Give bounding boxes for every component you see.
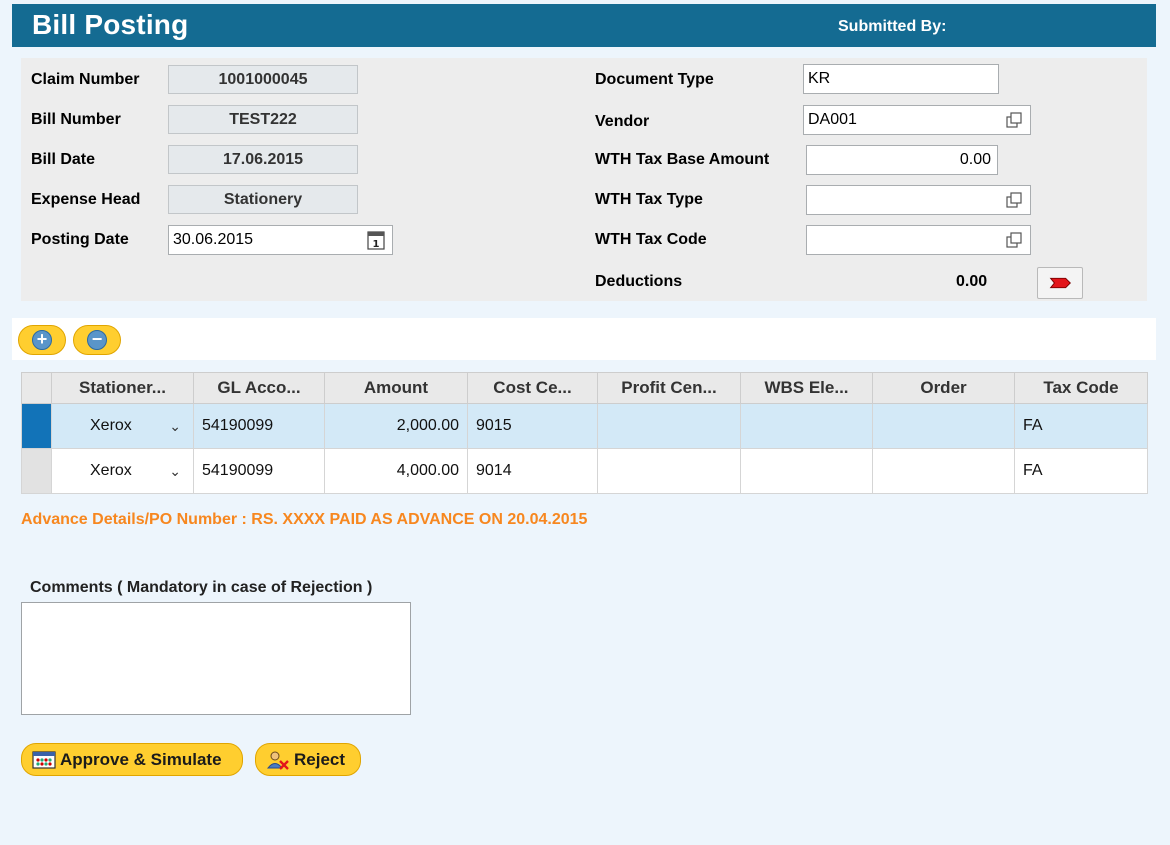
column-header[interactable]: GL Acco... — [193, 372, 325, 404]
profit-center-cell[interactable] — [597, 403, 741, 449]
deductions-label: Deductions — [595, 273, 683, 290]
row-selector[interactable] — [21, 403, 52, 449]
value-help-icon[interactable] — [1006, 112, 1022, 128]
amount-cell[interactable]: 2,000.00 — [324, 403, 468, 449]
column-header[interactable]: Order — [872, 372, 1015, 404]
add-row-button[interactable]: + — [18, 325, 66, 355]
column-header[interactable]: Stationer... — [51, 372, 194, 404]
gl-account-cell[interactable]: 54190099 — [193, 403, 325, 449]
page-title: Bill Posting — [32, 9, 189, 40]
reject-user-icon — [266, 751, 289, 770]
expense-head-label: Expense Head — [31, 191, 141, 208]
advance-details-text: Advance Details/PO Number : RS. XXXX PAI… — [21, 511, 588, 528]
stationery-select[interactable]: Xerox ⌄ — [51, 448, 194, 494]
stationery-select[interactable]: Xerox ⌄ — [51, 403, 194, 449]
expense-head-field: Stationery — [168, 185, 358, 214]
document-type-label: Document Type — [595, 71, 714, 88]
deductions-value: 0.00 — [956, 273, 988, 290]
bill-number-field: TEST222 — [168, 105, 358, 134]
wbs-element-cell[interactable] — [740, 403, 873, 449]
tax-code-cell[interactable]: FA — [1014, 403, 1148, 449]
order-cell[interactable] — [872, 448, 1015, 494]
minus-icon: − — [87, 330, 107, 350]
value-help-icon[interactable] — [1006, 232, 1022, 248]
line-items-table: Stationer... GL Acco... Amount Cost Ce..… — [21, 372, 1148, 494]
wth-tax-code-input[interactable] — [806, 225, 1031, 255]
wth-base-amount-input[interactable]: 0.00 — [806, 145, 998, 175]
wth-tax-code-label: WTH Tax Code — [595, 231, 707, 248]
title-bar: Bill Posting Submitted By: — [12, 4, 1156, 47]
posting-date-input[interactable]: 30.06.2015 1 — [168, 225, 393, 255]
calendar-icon[interactable]: 1 — [367, 230, 385, 250]
reject-label: Reject — [294, 749, 346, 769]
vendor-label: Vendor — [595, 113, 650, 130]
cost-center-cell[interactable]: 9014 — [467, 448, 598, 494]
wth-base-amount-label: WTH Tax Base Amount — [595, 151, 770, 168]
row-selector[interactable] — [21, 448, 52, 494]
approve-simulate-button[interactable]: Approve & Simulate — [21, 743, 243, 776]
wth-base-amount-value: 0.00 — [959, 151, 991, 168]
wth-tax-type-input[interactable] — [806, 185, 1031, 215]
document-type-input[interactable]: KR — [803, 64, 999, 94]
gl-account-cell[interactable]: 54190099 — [193, 448, 325, 494]
chevron-down-icon: ⌄ — [169, 417, 181, 434]
posting-date-label: Posting Date — [31, 231, 129, 248]
vendor-value: DA001 — [808, 111, 857, 128]
bill-date-field: 17.06.2015 — [168, 145, 358, 174]
reject-button[interactable]: Reject — [255, 743, 361, 776]
claim-number-field: 1001000045 — [168, 65, 358, 94]
claim-number-label: Claim Number — [31, 71, 140, 88]
bill-date-label: Bill Date — [31, 151, 96, 168]
cost-center-cell[interactable]: 9015 — [467, 403, 598, 449]
profit-center-cell[interactable] — [597, 448, 741, 494]
row-selector-header[interactable] — [21, 372, 52, 404]
value-help-icon[interactable] — [1006, 192, 1022, 208]
table-row[interactable]: Xerox ⌄ 54190099 4,000.00 9014 FA — [21, 448, 1148, 494]
document-type-value: KR — [808, 70, 831, 87]
comments-textarea[interactable] — [21, 602, 411, 715]
wth-tax-type-label: WTH Tax Type — [595, 191, 703, 208]
order-cell[interactable] — [872, 403, 1015, 449]
header-form: Claim Number 1001000045 Bill Number TEST… — [21, 58, 1147, 301]
wbs-element-cell[interactable] — [740, 448, 873, 494]
table-toolbar: + − — [12, 318, 1156, 360]
column-header[interactable]: WBS Ele... — [740, 372, 873, 404]
svg-text:1: 1 — [373, 239, 380, 250]
tax-code-cell[interactable]: FA — [1014, 448, 1148, 494]
red-arrow-icon — [1049, 277, 1071, 289]
bill-posting-page: Bill Posting Submitted By: Claim Number … — [0, 0, 1170, 845]
vendor-input[interactable]: DA001 — [803, 105, 1031, 135]
table-header-row: Stationer... GL Acco... Amount Cost Ce..… — [21, 372, 1148, 404]
column-header[interactable]: Amount — [324, 372, 468, 404]
bill-number-label: Bill Number — [31, 111, 121, 128]
deductions-details-button[interactable] — [1037, 267, 1083, 299]
simulate-icon — [32, 750, 56, 769]
column-header[interactable]: Profit Cen... — [597, 372, 741, 404]
submitted-by-label: Submitted By: — [838, 18, 947, 35]
column-header[interactable]: Cost Ce... — [467, 372, 598, 404]
chevron-down-icon: ⌄ — [169, 462, 181, 479]
approve-simulate-label: Approve & Simulate — [60, 749, 222, 769]
comments-label: Comments ( Mandatory in case of Rejectio… — [30, 579, 373, 596]
table-row[interactable]: Xerox ⌄ 54190099 2,000.00 9015 FA — [21, 403, 1148, 449]
posting-date-value: 30.06.2015 — [173, 231, 254, 248]
plus-icon: + — [32, 330, 52, 350]
remove-row-button[interactable]: − — [73, 325, 121, 355]
amount-cell[interactable]: 4,000.00 — [324, 448, 468, 494]
column-header[interactable]: Tax Code — [1014, 372, 1148, 404]
